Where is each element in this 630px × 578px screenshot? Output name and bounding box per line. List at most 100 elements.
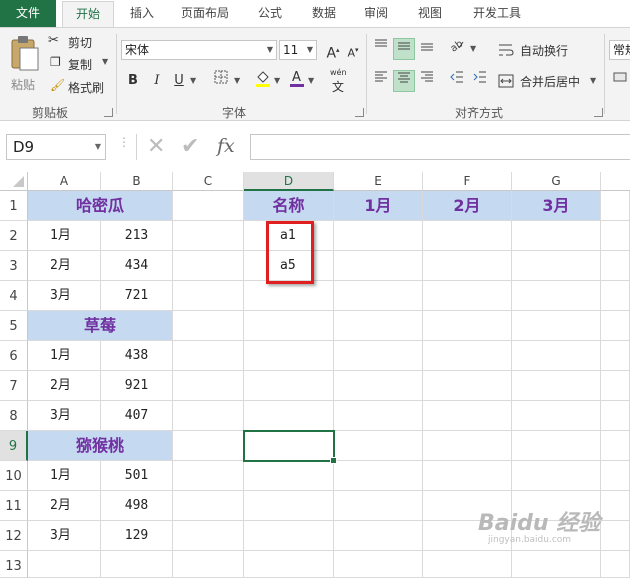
increase-indent-icon[interactable] [469,70,491,92]
cell-a12[interactable]: 3月 [28,521,101,551]
grid-cell[interactable] [334,431,423,461]
chevron-down-icon[interactable]: ▼ [234,76,240,85]
grid-cell[interactable] [244,281,334,311]
clipboard-launcher-icon[interactable] [104,108,113,117]
cell-b6[interactable]: 438 [101,341,173,371]
format-painter-button[interactable]: 🖌 格式刷 [48,78,110,96]
grid-cell[interactable] [334,371,423,401]
cell-b8[interactable]: 407 [101,401,173,431]
cell-a2[interactable]: 1月 [28,221,101,251]
cell-b3[interactable]: 434 [101,251,173,281]
align-top-icon[interactable] [370,38,392,60]
grid-cell[interactable] [512,221,601,251]
row-header-13[interactable]: 13 [0,551,28,578]
align-right-icon[interactable] [416,70,438,92]
cell-b12[interactable]: 129 [101,521,173,551]
grid-cell[interactable] [244,311,334,341]
borders-icon[interactable] [210,70,232,92]
grid-cell[interactable] [423,431,512,461]
grid-cell[interactable] [601,371,630,401]
grid-cell[interactable] [244,521,334,551]
select-all-corner[interactable] [0,172,28,191]
tab-page-layout[interactable]: 页面布局 [170,0,240,27]
grid-cell[interactable] [173,491,244,521]
column-header-overflow[interactable] [601,172,630,191]
row-header-6[interactable]: 6 [0,341,28,371]
row-header-7[interactable]: 7 [0,371,28,401]
enter-checkmark-icon[interactable]: ✔ [181,134,199,159]
column-header-a[interactable]: A [28,172,101,191]
cell-a7[interactable]: 2月 [28,371,101,401]
cell-a6[interactable]: 1月 [28,341,101,371]
cell-b11[interactable]: 498 [101,491,173,521]
grid-cell[interactable] [334,551,423,578]
grid-cell[interactable] [334,491,423,521]
grid-cell[interactable] [334,341,423,371]
decrease-indent-icon[interactable] [446,70,468,92]
grid-cell[interactable] [512,251,601,281]
wrap-text-button[interactable]: 自动换行 [498,40,578,60]
phonetic-guide-button[interactable]: wén 文 [328,68,350,94]
row-header-3[interactable]: 3 [0,251,28,281]
chevron-down-icon[interactable]: ▼ [308,76,314,85]
chevron-down-icon[interactable]: ▼ [190,76,196,85]
cell-a3[interactable]: 2月 [28,251,101,281]
grid-cell[interactable] [334,251,423,281]
grid-cell[interactable] [244,551,334,578]
grid-cell[interactable] [334,221,423,251]
chevron-down-icon[interactable]: ▼ [470,44,476,53]
grid-cell[interactable] [244,461,334,491]
grid-cell[interactable] [423,221,512,251]
grid-cell[interactable] [173,311,244,341]
grid-cell[interactable] [423,251,512,281]
grid-cell[interactable] [512,281,601,311]
grid-cell[interactable] [334,401,423,431]
alignment-launcher-icon[interactable] [594,108,603,117]
grid-cell[interactable] [601,431,630,461]
cell-a10[interactable]: 1月 [28,461,101,491]
grid-cell[interactable] [334,281,423,311]
grid-cell[interactable] [423,401,512,431]
currency-icon[interactable] [609,70,630,92]
grid-cell[interactable] [601,221,630,251]
tab-home[interactable]: 开始 [62,1,114,28]
grid-cell[interactable] [173,401,244,431]
grid-cell[interactable] [173,281,244,311]
number-format-dropdown[interactable]: 常规 [609,40,630,60]
grid-cell[interactable] [423,281,512,311]
font-launcher-icon[interactable] [355,108,364,117]
grid-cell[interactable] [512,551,601,578]
cell-b2[interactable]: 213 [101,221,173,251]
cell-b7[interactable]: 921 [101,371,173,401]
name-box[interactable]: D9 ▼ [6,134,106,160]
row-header-5[interactable]: 5 [0,311,28,341]
row-header-1[interactable]: 1 [0,191,28,221]
tab-insert[interactable]: 插入 [120,0,164,27]
cell-g1[interactable]: 3月 [512,191,601,221]
underline-button[interactable]: U [168,70,190,92]
cell-b10[interactable]: 501 [101,461,173,491]
column-header-c[interactable]: C [173,172,244,191]
grid-cell[interactable] [334,461,423,491]
grid-cell[interactable] [173,251,244,281]
grid-cell[interactable] [334,521,423,551]
insert-function-icon[interactable]: fx [217,135,235,157]
grid-cell[interactable] [173,221,244,251]
grid-cell[interactable] [173,521,244,551]
row-header-4[interactable]: 4 [0,281,28,311]
grid-cell[interactable] [173,341,244,371]
drag-handle-icon[interactable]: ⋮ [118,136,130,155]
font-color-icon[interactable]: A [286,68,308,90]
column-header-e[interactable]: E [334,172,423,191]
decrease-font-size-icon[interactable]: A▾ [342,39,364,61]
grid-cell[interactable] [601,311,630,341]
row-header-8[interactable]: 8 [0,401,28,431]
chevron-down-icon[interactable]: ▼ [102,57,108,66]
grid-cell[interactable] [173,371,244,401]
grid-cell[interactable] [512,431,601,461]
grid-cell[interactable] [601,341,630,371]
tab-view[interactable]: 视图 [408,0,452,27]
grid-cell[interactable] [173,461,244,491]
font-name-dropdown[interactable]: 宋体 ▼ [121,40,277,60]
grid-cell[interactable] [423,371,512,401]
